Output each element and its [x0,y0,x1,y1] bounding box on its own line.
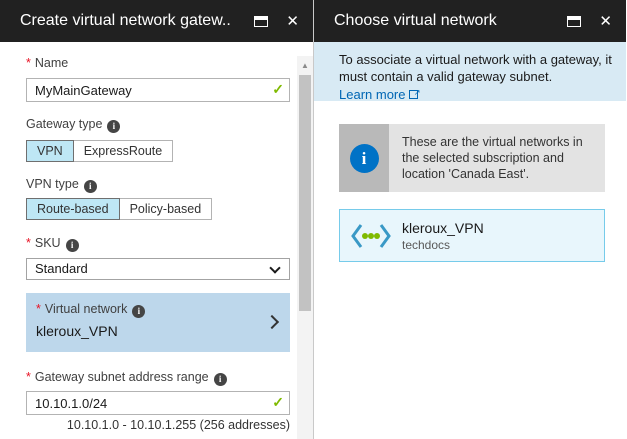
gateway-type-label: Gateway typei [26,117,289,132]
valid-check-icon: ✓ [272,81,284,98]
learn-more-link[interactable]: Learn more [339,86,405,103]
chevron-down-icon [269,262,280,273]
sku-select[interactable]: Standard [26,258,290,280]
blade-title: Choose virtual network [334,12,567,30]
blade-header: Create virtual network gatew.. ✕ [0,0,313,42]
required-marker: * [26,370,31,384]
close-icon[interactable]: ✕ [599,14,612,29]
maximize-icon[interactable] [567,16,581,27]
info-icon: i [84,180,97,193]
info-icon: i [350,144,379,173]
close-icon[interactable]: ✕ [286,14,299,29]
subnet-label: *Gateway subnet address rangei [26,370,289,385]
name-label: *Name [26,56,289,71]
notice-text: To associate a virtual network with a ga… [339,52,612,84]
gateway-type-toggle: VPN ExpressRoute [26,140,289,162]
virtual-network-label: *Virtual networki [36,302,280,317]
name-input[interactable] [26,78,290,102]
scroll-down-button[interactable]: ▼ [297,435,313,439]
gateway-type-option-expressroute[interactable]: ExpressRoute [74,140,174,162]
create-gateway-blade: Create virtual network gatew.. ✕ *Name ✓… [0,0,313,439]
required-marker: * [26,56,31,70]
subnet-range-helper: 10.10.1.0 - 10.10.1.255 (256 addresses) [26,418,290,432]
vnet-item-subtitle: techdocs [402,238,484,252]
azure-portal-blades: Create virtual network gatew.. ✕ *Name ✓… [0,0,627,439]
info-icon: i [132,305,145,318]
virtual-network-icon [350,222,392,250]
gateway-subnet-notice: To associate a virtual network with a ga… [314,42,626,101]
external-link-icon: ↗ [409,90,418,99]
name-field-wrap: ✓ [26,78,290,102]
info-icon: i [66,239,79,252]
vpn-type-label: VPN typei [26,177,289,192]
blade-title: Create virtual network gatew.. [20,12,254,30]
vpn-type-toggle: Route-based Policy-based [26,198,289,220]
vnet-item-name: kleroux_VPN [402,220,484,236]
info-text: These are the virtual networks in the se… [389,124,605,192]
scroll-up-button[interactable]: ▲ [297,58,313,74]
virtual-network-selector[interactable]: *Virtual networki kleroux_VPN [26,293,290,352]
blade-body: *Name ✓ Gateway typei VPN ExpressRoute V… [0,56,313,439]
virtual-network-value: kleroux_VPN [36,323,280,339]
vnet-list-item[interactable]: kleroux_VPN techdocs [339,209,605,262]
subnet-input[interactable] [26,391,290,415]
choose-vnet-blade: Choose virtual network ✕ To associate a … [313,0,626,439]
sku-label: *SKUi [26,236,289,251]
vpn-type-option-route-based[interactable]: Route-based [26,198,120,220]
maximize-icon[interactable] [254,16,268,27]
scrollbar[interactable]: ▲ ▼ [297,56,313,439]
info-icon-cell: i [339,124,389,192]
required-marker: * [26,236,31,250]
valid-check-icon: ✓ [272,394,284,411]
subnet-field-wrap: ✓ [26,391,290,415]
blade-header: Choose virtual network ✕ [314,0,626,42]
info-icon: i [214,373,227,386]
scroll-thumb[interactable] [299,75,311,311]
subscription-info-box: i These are the virtual networks in the … [339,124,605,192]
required-marker: * [36,302,41,316]
info-icon: i [107,120,120,133]
sku-selected-value: Standard [35,261,88,276]
gateway-type-option-vpn[interactable]: VPN [26,140,74,162]
vpn-type-option-policy-based[interactable]: Policy-based [120,198,213,220]
